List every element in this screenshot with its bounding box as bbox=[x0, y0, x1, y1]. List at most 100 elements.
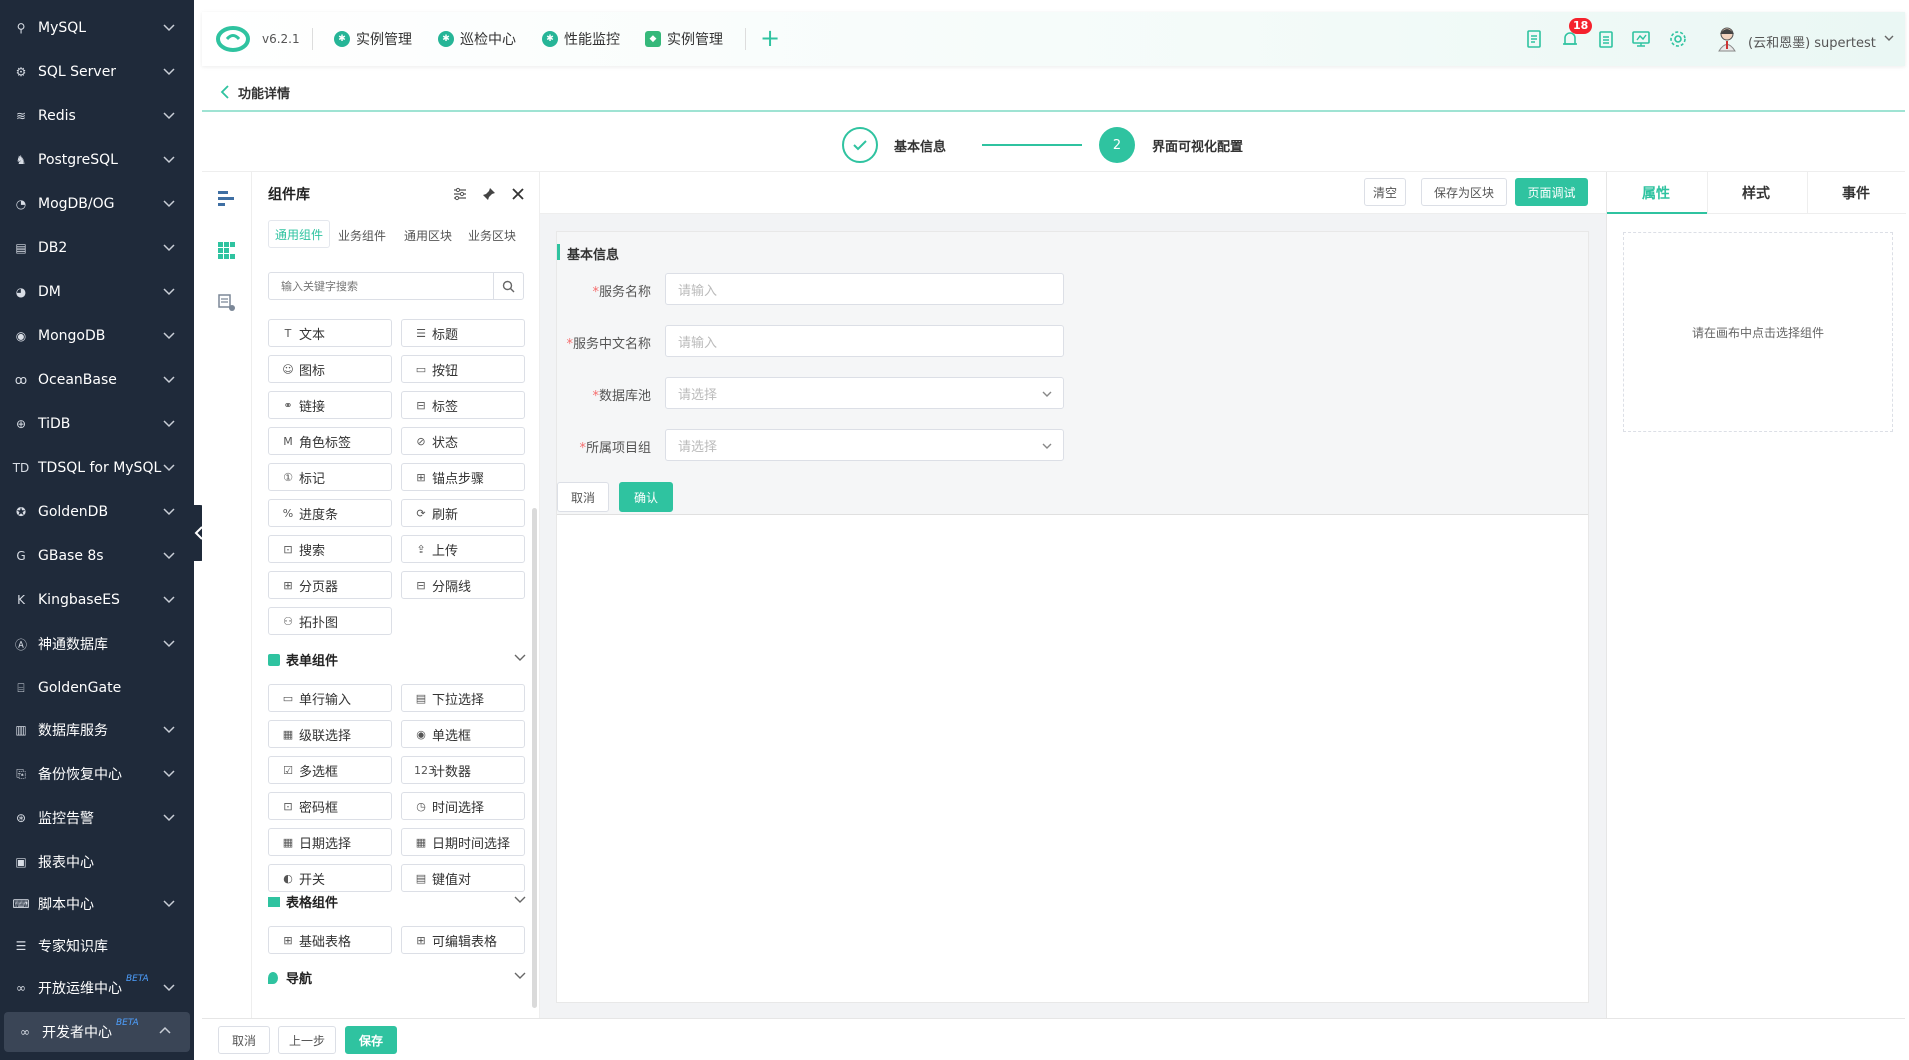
sidebar-item-18[interactable]: ⊛ 监控告警 bbox=[0, 798, 194, 838]
previous-step-button[interactable]: 上一步 bbox=[278, 1026, 336, 1054]
back-arrow-icon[interactable] bbox=[220, 85, 230, 99]
general-component-14[interactable]: ⊞ 分页器 bbox=[268, 571, 392, 599]
sidebar-item-5[interactable]: ▤ DB2 bbox=[0, 228, 194, 268]
form-component-1[interactable]: ▤ 下拉选择 bbox=[401, 684, 525, 712]
tab-events[interactable]: 事件 bbox=[1806, 172, 1906, 214]
form-component-0[interactable]: ▭ 单行输入 bbox=[268, 684, 392, 712]
sidebar-item-2[interactable]: ≋ Redis bbox=[0, 96, 194, 136]
sidebar-item-0[interactable]: ⚲ MySQL bbox=[0, 8, 194, 48]
sidebar-item-6[interactable]: ◕ DM bbox=[0, 272, 194, 312]
general-component-3[interactable]: ▭ 按钮 bbox=[401, 355, 525, 383]
menu-instance-management[interactable]: ✱ 实例管理 bbox=[334, 29, 412, 49]
footer-save-button[interactable]: 保存 bbox=[345, 1026, 397, 1054]
avatar[interactable] bbox=[1716, 26, 1738, 52]
library-scrollbar[interactable] bbox=[532, 508, 537, 1008]
form-cancel-button[interactable]: 取消 bbox=[557, 482, 609, 512]
sidebar-item-10[interactable]: TD TDSQL for MySQL bbox=[0, 448, 194, 488]
save-as-block-button[interactable]: 保存为区块 bbox=[1421, 178, 1507, 206]
form-component-11[interactable]: ▤ 键值对 bbox=[401, 864, 525, 892]
sidebar-item-3[interactable]: ♞ PostgreSQL bbox=[0, 140, 194, 180]
general-component-8[interactable]: ① 标记 bbox=[268, 463, 392, 491]
db-pool-select[interactable]: 请选择 bbox=[665, 377, 1064, 409]
table-component-1[interactable]: ⊞ 可编辑表格 bbox=[401, 926, 525, 954]
general-component-10[interactable]: % 进度条 bbox=[268, 499, 392, 527]
tab-business-blocks[interactable]: 业务区块 bbox=[468, 227, 516, 244]
general-component-5[interactable]: ⊟ 标签 bbox=[401, 391, 525, 419]
general-component-7[interactable]: ⊘ 状态 bbox=[401, 427, 525, 455]
menu-performance-monitor[interactable]: ✱ 性能监控 bbox=[542, 29, 620, 49]
tab-general-blocks[interactable]: 通用区块 bbox=[404, 227, 452, 244]
outline-icon[interactable] bbox=[218, 190, 236, 206]
form-confirm-button[interactable]: 确认 bbox=[619, 482, 673, 512]
filter-settings-icon[interactable] bbox=[453, 187, 467, 201]
clipboard-icon[interactable] bbox=[1596, 29, 1616, 49]
sidebar-item-13[interactable]: K KingbaseES bbox=[0, 580, 194, 620]
settings-icon[interactable] bbox=[1668, 29, 1688, 49]
sidebar-item-19[interactable]: ▣ 报表中心 bbox=[0, 842, 194, 882]
sidebar-item-15[interactable]: ⌸ GoldenGate bbox=[0, 668, 194, 708]
menu-inspection-center[interactable]: ✱ 巡检中心 bbox=[438, 29, 516, 49]
chevron-down-icon[interactable] bbox=[1884, 34, 1894, 42]
sidebar-item-1[interactable]: ⚙ SQL Server bbox=[0, 52, 194, 92]
footer-cancel-button[interactable]: 取消 bbox=[218, 1026, 270, 1054]
form-component-6[interactable]: ⊡ 密码框 bbox=[268, 792, 392, 820]
form-component-5[interactable]: 123 计数器 bbox=[401, 756, 525, 784]
chevron-down-icon[interactable] bbox=[514, 894, 526, 904]
general-component-11[interactable]: ⟳ 刷新 bbox=[401, 499, 525, 527]
general-component-6[interactable]: M 角色标签 bbox=[268, 427, 392, 455]
nav-section-header[interactable]: 导航 bbox=[268, 968, 312, 987]
components-grid-icon[interactable] bbox=[218, 242, 236, 260]
data-source-icon[interactable] bbox=[218, 294, 236, 312]
user-name[interactable]: (云和恩墨) supertest bbox=[1748, 32, 1876, 51]
form-component-2[interactable]: ▦ 级联选择 bbox=[268, 720, 392, 748]
sidebar-item-12[interactable]: G GBase 8s bbox=[0, 536, 194, 576]
general-component-4[interactable]: ⚭ 链接 bbox=[268, 391, 392, 419]
general-component-1[interactable]: ☰ 标题 bbox=[401, 319, 525, 347]
form-component-3[interactable]: ◉ 单选框 bbox=[401, 720, 525, 748]
tab-general-components[interactable]: 通用组件 bbox=[268, 220, 330, 248]
sidebar-item-23[interactable]: ∞ 开发者中心 BETA bbox=[4, 1012, 190, 1052]
table-component-0[interactable]: ⊞ 基础表格 bbox=[268, 926, 392, 954]
form-component-7[interactable]: ◷ 时间选择 bbox=[401, 792, 525, 820]
form-component-4[interactable]: ☑ 多选框 bbox=[268, 756, 392, 784]
menu-instance-management-2[interactable]: ◆ 实例管理 bbox=[645, 29, 723, 49]
sidebar-item-22[interactable]: ∞ 开放运维中心 BETA bbox=[0, 968, 194, 1008]
project-group-select[interactable]: 请选择 bbox=[665, 429, 1064, 461]
chevron-down-icon[interactable] bbox=[514, 970, 526, 980]
general-component-15[interactable]: ⊟ 分隔线 bbox=[401, 571, 525, 599]
service-cn-name-input[interactable]: 请输入 bbox=[665, 325, 1064, 357]
form-component-8[interactable]: ▦ 日期选择 bbox=[268, 828, 392, 856]
sidebar-item-8[interactable]: ꝏ OceanBase bbox=[0, 360, 194, 400]
pin-icon[interactable] bbox=[482, 187, 496, 201]
general-component-13[interactable]: ⇪ 上传 bbox=[401, 535, 525, 563]
sidebar-item-9[interactable]: ⊕ TiDB bbox=[0, 404, 194, 444]
sidebar-item-16[interactable]: ▥ 数据库服务 bbox=[0, 710, 194, 750]
form-component-9[interactable]: ▦ 日期时间选择 bbox=[401, 828, 525, 856]
chevron-down-icon[interactable] bbox=[514, 652, 526, 662]
dashboard-icon[interactable] bbox=[1631, 29, 1651, 49]
general-component-0[interactable]: T 文本 bbox=[268, 319, 392, 347]
search-button[interactable] bbox=[493, 273, 523, 299]
form-section-header[interactable]: 表单组件 bbox=[268, 650, 338, 669]
search-input[interactable] bbox=[269, 273, 493, 299]
sidebar-item-7[interactable]: ◉ MongoDB bbox=[0, 316, 194, 356]
service-name-input[interactable]: 请输入 bbox=[665, 273, 1064, 305]
tab-properties[interactable]: 属性 bbox=[1606, 172, 1706, 214]
tab-business-components[interactable]: 业务组件 bbox=[338, 227, 386, 244]
close-icon[interactable] bbox=[511, 187, 525, 201]
sidebar-item-11[interactable]: ✪ GoldenDB bbox=[0, 492, 194, 532]
general-component-9[interactable]: ⊞ 锚点步骤 bbox=[401, 463, 525, 491]
sidebar-item-4[interactable]: ◔ MogDB/OG bbox=[0, 184, 194, 224]
tab-style[interactable]: 样式 bbox=[1706, 172, 1806, 214]
general-component-2[interactable]: ☺ 图标 bbox=[268, 355, 392, 383]
clear-button[interactable]: 清空 bbox=[1364, 178, 1406, 206]
table-section-header[interactable]: 表格组件 bbox=[268, 892, 338, 911]
document-icon[interactable] bbox=[1524, 29, 1544, 49]
general-component-12[interactable]: ⊡ 搜索 bbox=[268, 535, 392, 563]
sidebar-item-17[interactable]: ⎘ 备份恢复中心 bbox=[0, 754, 194, 794]
app-logo[interactable] bbox=[216, 26, 250, 52]
sidebar-item-14[interactable]: Ⓐ 神通数据库 bbox=[0, 624, 194, 664]
form-component-10[interactable]: ◐ 开关 bbox=[268, 864, 392, 892]
sidebar-item-20[interactable]: ⌨ 脚本中心 bbox=[0, 884, 194, 924]
general-component-16[interactable]: ⚇ 拓扑图 bbox=[268, 607, 392, 635]
